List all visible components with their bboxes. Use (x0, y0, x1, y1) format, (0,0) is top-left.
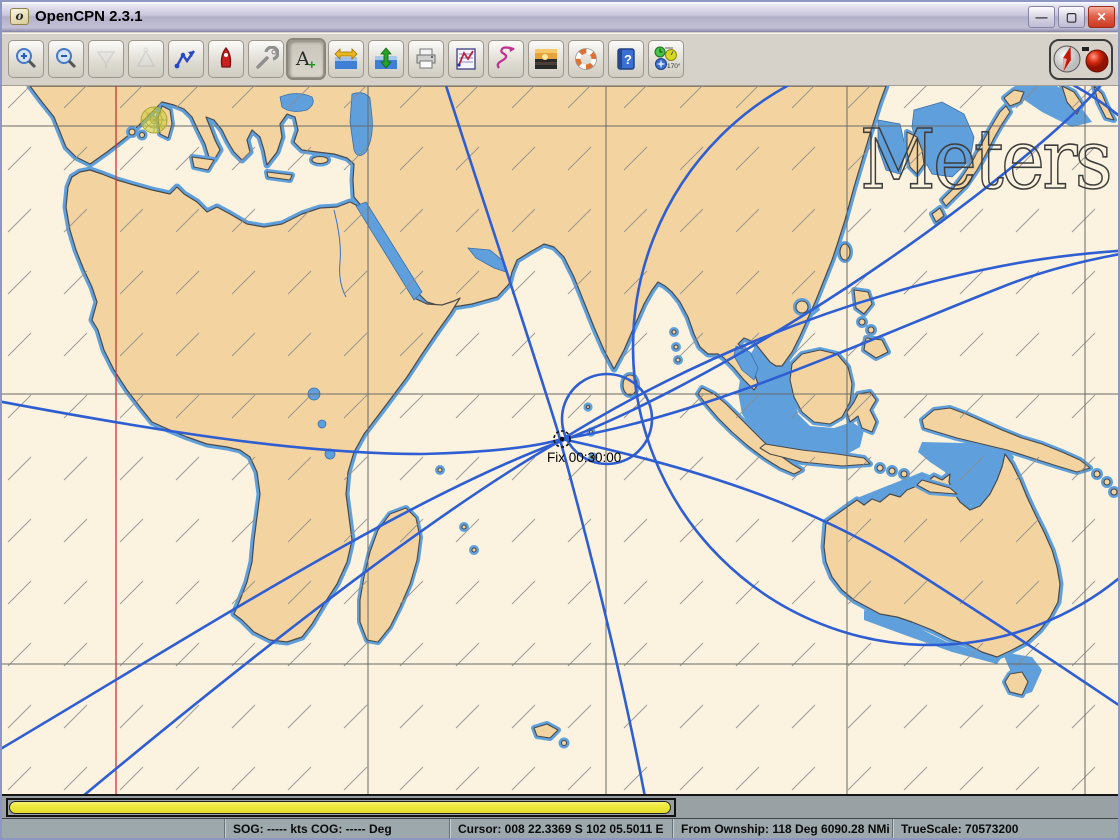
window-title: OpenCPN 2.3.1 (35, 8, 143, 25)
show-text-labels-icon: A+ (293, 46, 319, 72)
gps-status-clocks-icon: 170° (652, 45, 680, 73)
svg-text:?: ? (624, 52, 632, 67)
chart-canvas[interactable]: Fix 00:30:00 Meters (2, 86, 1120, 794)
follow-ownship-icon (213, 46, 239, 72)
create-route-icon (173, 46, 199, 72)
close-button[interactable]: ✕ (1088, 6, 1115, 28)
world-chart: Fix 00:30:00 Meters (2, 86, 1120, 794)
create-route-button[interactable] (168, 40, 204, 78)
compass-and-gps-status (1051, 41, 1111, 78)
print-button[interactable] (408, 40, 444, 78)
toggle-track-button[interactable] (488, 40, 524, 78)
show-tides-icon (373, 46, 399, 72)
toggle-tracking-icon (493, 46, 519, 72)
gps-status-button[interactable]: 170° (648, 40, 684, 78)
gps-status-light (1086, 50, 1108, 72)
maximize-button[interactable]: ▢ (1058, 6, 1085, 28)
route-manager-icon (453, 46, 479, 72)
scale-chart-down-button (88, 40, 124, 78)
show-currents-button[interactable] (328, 40, 364, 78)
fix-label: Fix 00:30:00 (547, 450, 621, 465)
zoom-out-button[interactable] (48, 40, 84, 78)
print-chart-icon (413, 46, 439, 72)
svg-text:+: + (308, 57, 316, 72)
status-bar: SOG: ----- kts COG: ----- Deg Cursor: 00… (2, 818, 1120, 840)
help-button[interactable]: ? (608, 40, 644, 78)
status-empty-field (2, 819, 224, 840)
color-scheme-button[interactable] (528, 40, 564, 78)
status-cursor-position: Cursor: 008 22.3369 S 102 05.5011 E (449, 819, 672, 840)
zoom-in-icon (13, 46, 39, 72)
show-text-button[interactable]: A+ (288, 40, 324, 78)
mob-lifebuoy-icon (573, 46, 599, 72)
active-chart-button[interactable] (9, 801, 671, 814)
chart-bar (2, 794, 1120, 818)
titlebar[interactable]: o OpenCPN 2.3.1 — ▢ ✕ (2, 2, 1118, 32)
chart-bar-frame (6, 798, 676, 817)
follow-ownship-button[interactable] (208, 40, 244, 78)
scale-chart-down-icon (93, 46, 119, 72)
route-manager-button[interactable] (448, 40, 484, 78)
compass-gps-panel[interactable] (1049, 39, 1113, 80)
status-truescale: TrueScale: 70573200 (892, 819, 1120, 840)
status-from-ownship: From Ownship: 118 Deg 6090.28 NMi (672, 819, 892, 840)
opencpn-window: o OpenCPN 2.3.1 — ▢ ✕ A+ (0, 0, 1120, 840)
zoom-in-button[interactable] (8, 40, 44, 78)
svg-text:170°: 170° (667, 62, 680, 70)
color-scheme-icon (533, 46, 559, 72)
depth-unit-watermark: Meters (860, 113, 1110, 208)
help-icon: ? (613, 46, 639, 72)
scale-chart-up-icon (133, 46, 159, 72)
settings-wrench-icon (253, 46, 279, 72)
zoom-out-icon (53, 46, 79, 72)
toolbar: A+ ? 170° (2, 33, 1118, 86)
show-currents-icon (333, 46, 359, 72)
link-glyph (1082, 47, 1089, 51)
settings-button[interactable] (248, 40, 284, 78)
ownship-marker[interactable] (141, 107, 167, 133)
mob-button[interactable] (568, 40, 604, 78)
opencpn-logo-icon: o (10, 8, 29, 25)
show-tides-button[interactable] (368, 40, 404, 78)
minimize-button[interactable]: — (1028, 6, 1055, 28)
status-sog-cog: SOG: ----- kts COG: ----- Deg (224, 819, 449, 840)
scale-chart-up-button (128, 40, 164, 78)
